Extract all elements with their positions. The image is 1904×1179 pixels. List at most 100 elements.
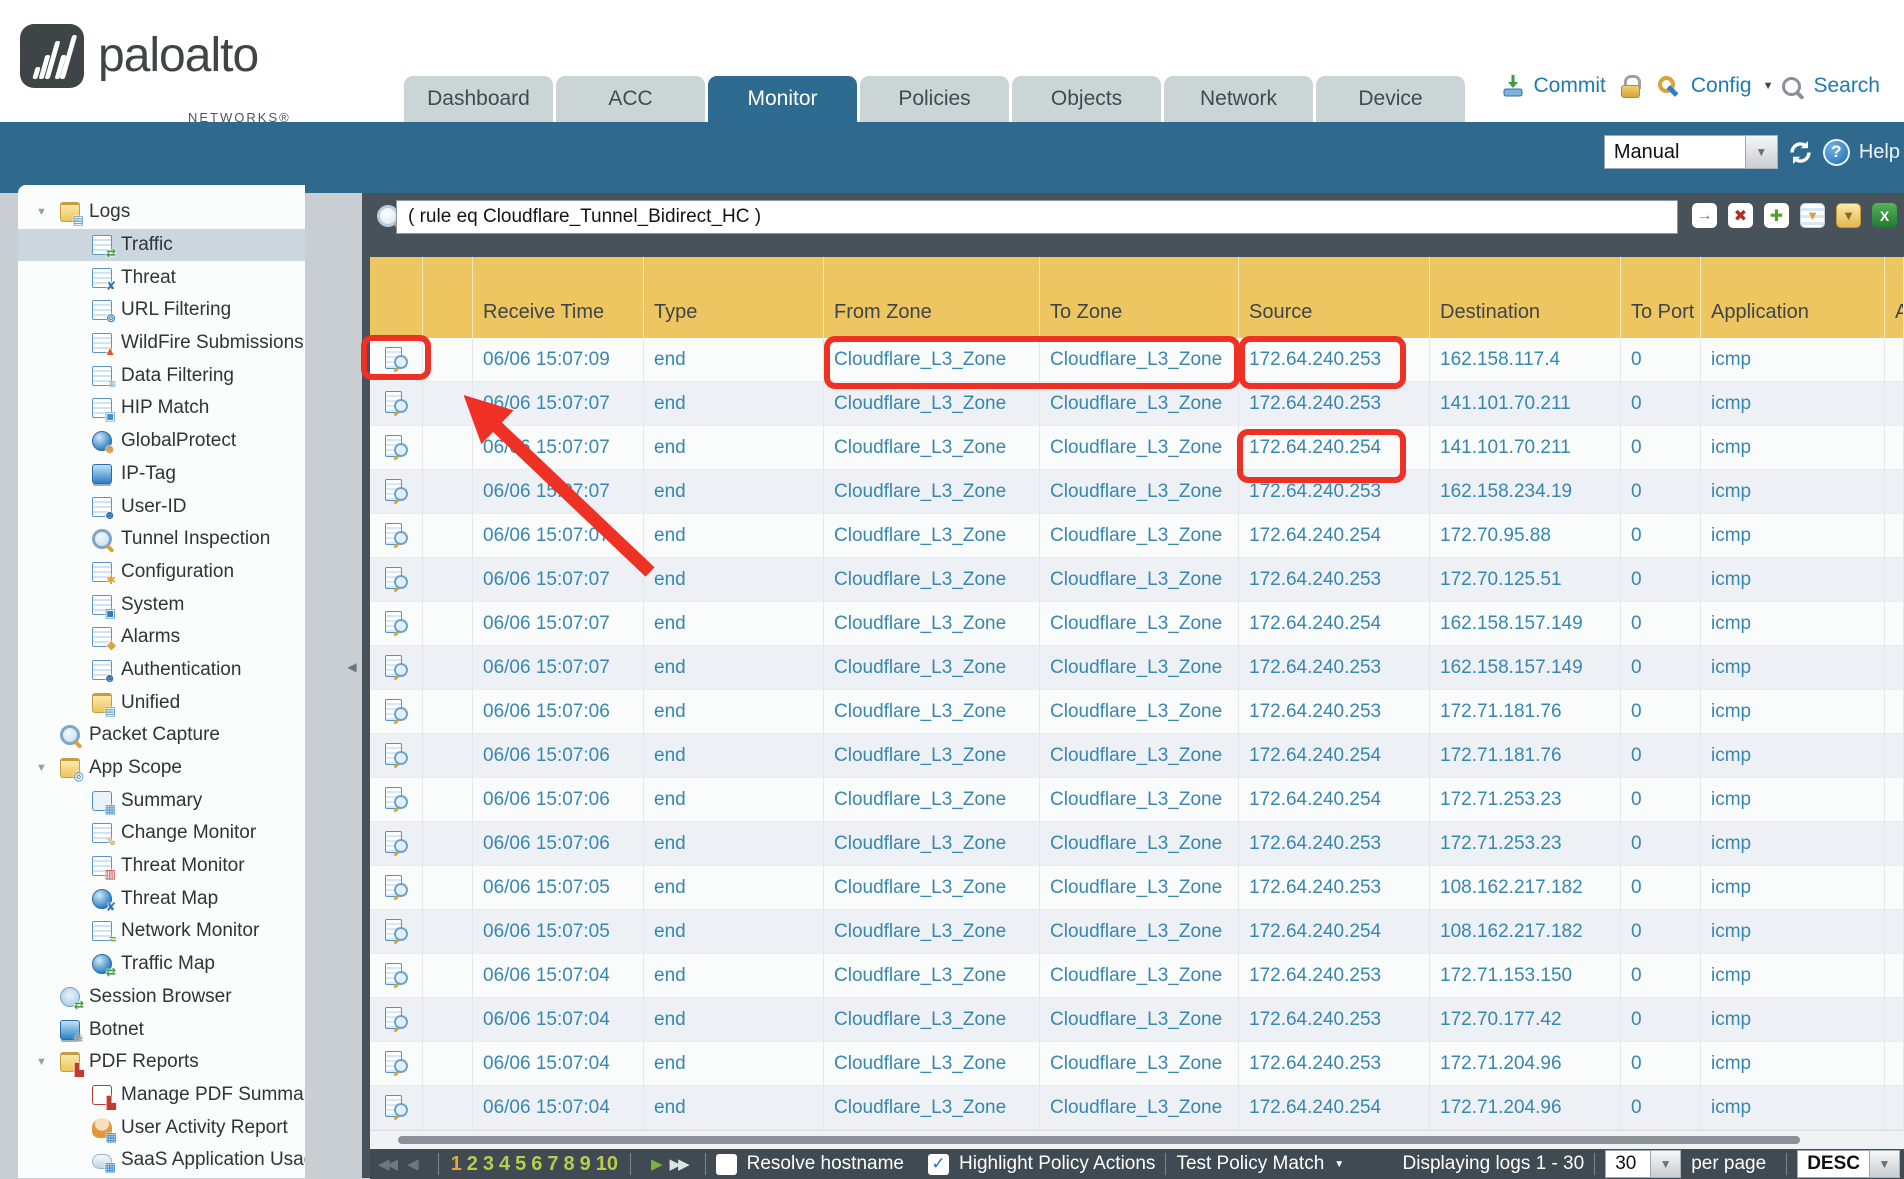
page-number[interactable]: 1 <box>451 1153 462 1176</box>
tab-network[interactable]: Network <box>1164 76 1313 122</box>
sidebar-item-traffic-map[interactable]: ⇄ Traffic Map <box>18 948 305 981</box>
log-detail-icon[interactable] <box>383 1006 409 1033</box>
log-detail-icon[interactable] <box>383 786 409 813</box>
log-detail-cell[interactable] <box>370 602 423 646</box>
per-page-value[interactable]: 30 <box>1605 1150 1651 1178</box>
page-number[interactable]: 8 <box>564 1153 575 1176</box>
help-label[interactable]: Help <box>1859 141 1900 164</box>
page-number[interactable]: 3 <box>483 1153 494 1176</box>
expander-icon[interactable]: ▼ <box>36 762 60 774</box>
log-detail-icon[interactable] <box>383 478 409 505</box>
tab-policies[interactable]: Policies <box>860 76 1009 122</box>
column-header-type[interactable]: Type <box>644 257 824 338</box>
prev-page-button[interactable]: ◀ <box>407 1155 416 1173</box>
per-page-dropdown-icon[interactable]: ▼ <box>1651 1150 1681 1178</box>
clear-filter-button[interactable]: ✖ <box>1728 203 1753 228</box>
log-detail-icon[interactable] <box>383 874 409 901</box>
sort-order-value[interactable]: DESC <box>1797 1150 1870 1178</box>
config-button[interactable]: Config <box>1691 74 1752 98</box>
table-row[interactable]: 06/06 15:07:04 end Cloudflare_L3_Zone Cl… <box>370 954 1904 998</box>
refresh-icon[interactable] <box>1787 139 1814 166</box>
sidebar-item-pdf-reports[interactable]: ▼ ▙ PDF Reports <box>18 1046 305 1079</box>
table-row[interactable]: 06/06 15:07:06 end Cloudflare_L3_Zone Cl… <box>370 778 1904 822</box>
per-page-select[interactable]: 30 ▼ <box>1605 1150 1681 1178</box>
log-detail-cell[interactable] <box>370 954 423 998</box>
sidebar-item-tunnel-inspection[interactable]: Tunnel Inspection <box>18 523 305 556</box>
page-number[interactable]: 6 <box>531 1153 542 1176</box>
table-row[interactable]: 06/06 15:07:07 end Cloudflare_L3_Zone Cl… <box>370 558 1904 602</box>
horizontal-scrollbar[interactable] <box>370 1130 1904 1149</box>
log-detail-cell[interactable] <box>370 778 423 822</box>
log-detail-icon[interactable] <box>383 566 409 593</box>
next-page-button[interactable]: ▶ <box>651 1155 660 1173</box>
save-filter-button[interactable]: ▼ <box>1800 203 1825 228</box>
log-detail-icon[interactable] <box>383 698 409 725</box>
table-row[interactable]: 06/06 15:07:06 end Cloudflare_L3_Zone Cl… <box>370 822 1904 866</box>
log-detail-icon[interactable] <box>383 918 409 945</box>
log-detail-cell[interactable] <box>370 690 423 734</box>
column-header-action-clipped[interactable]: A <box>1885 257 1904 338</box>
sidebar-item-user-activity-report[interactable]: ▦ User Activity Report <box>18 1111 305 1144</box>
log-detail-icon[interactable] <box>383 830 409 857</box>
log-detail-icon[interactable] <box>383 434 409 461</box>
table-row[interactable]: 06/06 15:07:09 end Cloudflare_L3_Zone Cl… <box>370 338 1904 382</box>
column-header-from-zone[interactable]: From Zone <box>824 257 1040 338</box>
log-detail-cell[interactable] <box>370 558 423 602</box>
sidebar-item-network-monitor[interactable]: ≈ Network Monitor <box>18 915 305 948</box>
refresh-mode-dropdown-icon[interactable]: ▼ <box>1746 135 1778 169</box>
resolve-hostname-checkbox[interactable] <box>716 1154 737 1175</box>
config-caret-icon[interactable]: ▼ <box>1763 80 1774 92</box>
log-detail-cell[interactable] <box>370 910 423 954</box>
page-number[interactable]: 9 <box>580 1153 591 1176</box>
sidebar-item-session-browser[interactable]: ⇄ Session Browser <box>18 981 305 1014</box>
log-detail-cell[interactable] <box>370 426 423 470</box>
sidebar-item-unified[interactable]: ▤ Unified <box>18 686 305 719</box>
column-header-to-zone[interactable]: To Zone <box>1040 257 1239 338</box>
refresh-mode-value[interactable]: Manual <box>1604 135 1746 169</box>
sidebar-item-alarms[interactable]: ◆ Alarms <box>18 621 305 654</box>
sidebar-collapse-handle[interactable]: ◀ <box>344 648 360 686</box>
search-button[interactable]: Search <box>1813 74 1880 98</box>
tab-device[interactable]: Device <box>1316 76 1465 122</box>
log-detail-icon[interactable] <box>383 742 409 769</box>
sidebar-item-user-id[interactable]: ☻ User-ID <box>18 490 305 523</box>
column-header-source[interactable]: Source <box>1239 257 1430 338</box>
sidebar-item-data-filtering[interactable]: ≡ Data Filtering <box>18 359 305 392</box>
log-detail-icon[interactable] <box>383 962 409 989</box>
sidebar-item-packet-capture[interactable]: Packet Capture <box>18 719 305 752</box>
first-page-button[interactable]: ◀◀ <box>378 1155 395 1173</box>
refresh-mode-select[interactable]: Manual ▼ <box>1604 135 1778 169</box>
table-row[interactable]: 06/06 15:07:07 end Cloudflare_L3_Zone Cl… <box>370 382 1904 426</box>
tab-monitor[interactable]: Monitor <box>708 76 857 122</box>
sidebar-item-botnet[interactable]: ☠ Botnet <box>18 1013 305 1046</box>
filter-query-input[interactable] <box>396 200 1678 234</box>
sidebar-item-authentication[interactable]: ☻ Authentication <box>18 654 305 687</box>
page-number[interactable]: 7 <box>547 1153 558 1176</box>
sidebar-item-system[interactable]: ▣ System <box>18 588 305 621</box>
log-detail-cell[interactable] <box>370 866 423 910</box>
sidebar-item-ip-tag[interactable]: IP-Tag <box>18 458 305 491</box>
sidebar-item-globalprotect[interactable]: ☻ GlobalProtect <box>18 425 305 458</box>
log-detail-cell[interactable] <box>370 338 423 382</box>
load-filter-button[interactable]: ▼ <box>1836 203 1861 228</box>
test-policy-match-button[interactable]: Test Policy Match ▼ <box>1176 1153 1344 1175</box>
table-row[interactable]: 06/06 15:07:07 end Cloudflare_L3_Zone Cl… <box>370 514 1904 558</box>
help-icon[interactable]: ? <box>1823 139 1850 166</box>
highlight-policy-actions-checkbox[interactable] <box>928 1154 949 1175</box>
log-detail-cell[interactable] <box>370 998 423 1042</box>
tab-dashboard[interactable]: Dashboard <box>404 76 553 122</box>
table-row[interactable]: 06/06 15:07:04 end Cloudflare_L3_Zone Cl… <box>370 1042 1904 1086</box>
sidebar-item-saas-application-usage[interactable]: ▦ SaaS Application Usage <box>18 1144 305 1177</box>
add-filter-button[interactable]: ✚ <box>1764 203 1789 228</box>
log-detail-cell[interactable] <box>370 1042 423 1086</box>
sidebar-item-wildfire-submissions[interactable]: ▲ WildFire Submissions <box>18 327 305 360</box>
log-detail-cell[interactable] <box>370 514 423 558</box>
column-header-destination[interactable]: Destination <box>1430 257 1621 338</box>
page-number[interactable]: 2 <box>467 1153 478 1176</box>
commit-button[interactable]: Commit <box>1534 74 1606 98</box>
tab-acc[interactable]: ACC <box>556 76 705 122</box>
log-detail-icon[interactable] <box>383 1050 409 1077</box>
log-detail-cell[interactable] <box>370 1086 423 1130</box>
log-detail-cell[interactable] <box>370 822 423 866</box>
log-detail-icon[interactable] <box>383 1094 409 1121</box>
